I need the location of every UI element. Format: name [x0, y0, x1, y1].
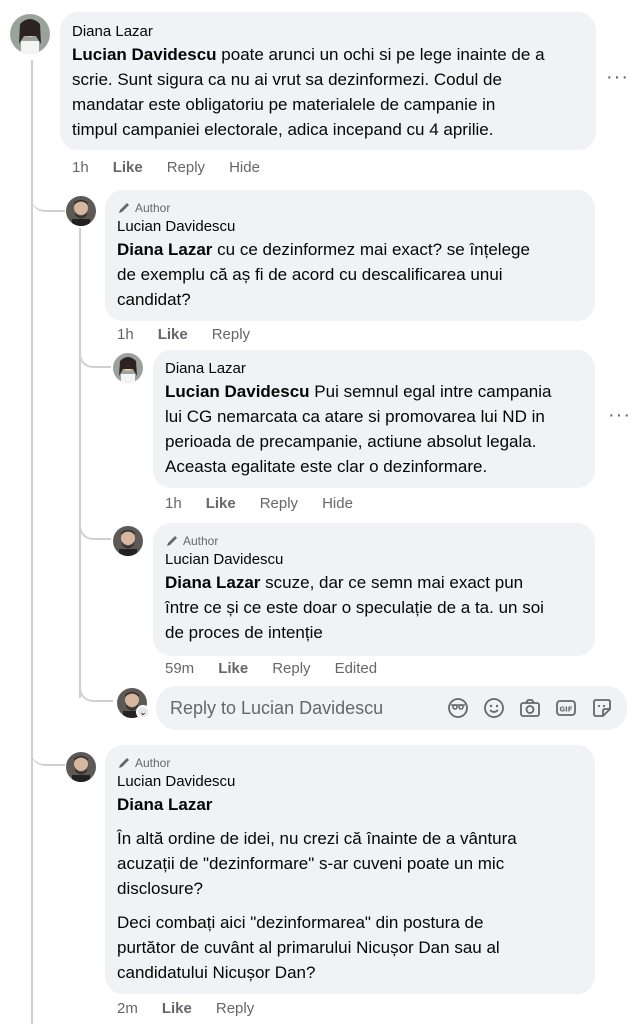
- like-button[interactable]: Like: [158, 326, 188, 343]
- comment-author[interactable]: Lucian Davidescu: [117, 772, 583, 792]
- comment-text: purtător de cuvânt al primarului Nicușor…: [117, 938, 500, 957]
- reply-composer[interactable]: Reply to Lucian Davidescu GIF: [156, 686, 627, 730]
- emoji-icon[interactable]: [483, 697, 505, 719]
- comment-actions: 59m Like Reply Edited: [165, 660, 377, 677]
- comment-actions: 2m Like Reply: [117, 1000, 254, 1017]
- comment-author[interactable]: Lucian Davidescu: [165, 550, 583, 570]
- reply-button[interactable]: Reply: [216, 1000, 254, 1017]
- timestamp[interactable]: 59m: [165, 660, 194, 677]
- avatar[interactable]: [66, 196, 96, 226]
- comment-text: între ce și ce este doar o speculație de…: [165, 598, 544, 617]
- comment-bubble: Diana Lazar Lucian Davidescu Pui semnul …: [153, 350, 595, 488]
- author-badge: Author: [117, 754, 583, 772]
- thread-curve-2: [79, 350, 111, 368]
- comment-text: lui CG nemarcata ca atare si promovarea …: [165, 407, 545, 426]
- sticker-icon[interactable]: [591, 697, 613, 719]
- author-badge-label: Author: [135, 756, 171, 770]
- comment-text: În altă ordine de idei, nu crezi că înai…: [117, 829, 517, 848]
- timestamp[interactable]: 1h: [117, 326, 134, 343]
- comment-text: scrie. Sunt sigura ca nu ai vrut sa dezi…: [72, 70, 502, 89]
- gif-icon[interactable]: GIF: [555, 697, 577, 719]
- author-badge-label: Author: [183, 534, 219, 548]
- thread-curve-5: [31, 740, 65, 766]
- thread-line-nested: [79, 228, 81, 698]
- comment-text: acuzații de "dezinformare" s-ar cuveni p…: [117, 854, 505, 873]
- thread-curve-1: [31, 190, 65, 212]
- comment-text: candidatului Nicușor Dan?: [117, 963, 316, 982]
- comment-bubble: Author Lucian Davidescu Diana Lazar cu c…: [105, 190, 595, 321]
- camera-icon[interactable]: [519, 697, 541, 719]
- hide-button[interactable]: Hide: [229, 159, 260, 176]
- avatar-sticker-icon[interactable]: [447, 697, 469, 719]
- pencil-icon: [167, 536, 177, 546]
- more-options-button[interactable]: ···: [606, 66, 629, 89]
- comment-bubble: Author Lucian Davidescu Diana Lazar scuz…: [153, 523, 595, 656]
- author-badge-label: Author: [135, 201, 171, 215]
- edited-label[interactable]: Edited: [335, 660, 378, 677]
- like-button[interactable]: Like: [162, 1000, 192, 1017]
- comment-text: Aceasta egalitate este clar o dezinforma…: [165, 457, 488, 476]
- mention-link[interactable]: Diana Lazar: [117, 795, 212, 814]
- comment-text: Pui semnul egal intre campania: [309, 382, 552, 401]
- comment-text: mandatar este obligatoriu pe materialele…: [72, 95, 496, 114]
- avatar[interactable]: [10, 14, 50, 54]
- timestamp[interactable]: 1h: [72, 159, 89, 176]
- comment-actions: 1h Like Reply Hide: [165, 495, 353, 512]
- pencil-icon: [119, 203, 129, 213]
- comment-text: de exemplu că aș fi de acord cu descalif…: [117, 265, 503, 284]
- thread-curve-4: [79, 680, 113, 702]
- chevron-down-icon[interactable]: ⌄: [136, 705, 150, 719]
- like-button[interactable]: Like: [206, 495, 236, 512]
- hide-button[interactable]: Hide: [322, 495, 353, 512]
- composer-tools: GIF: [447, 697, 627, 719]
- pencil-icon: [119, 758, 129, 768]
- comment-text: cu ce dezinformez mai exact? se înțelege: [212, 240, 530, 259]
- comment-text: disclosure?: [117, 879, 203, 898]
- comment-actions: 1h Like Reply Hide: [72, 159, 260, 176]
- comment-bubble: Diana Lazar Lucian Davidescu poate arunc…: [60, 12, 596, 150]
- comment-text: perioada de precampanie, actiune absolut…: [165, 432, 537, 451]
- like-button[interactable]: Like: [113, 159, 143, 176]
- timestamp[interactable]: 1h: [165, 495, 182, 512]
- comment-text: scuze, dar ce semn mai exact pun: [260, 573, 524, 592]
- comment-actions: 1h Like Reply: [117, 326, 250, 343]
- reply-button[interactable]: Reply: [212, 326, 250, 343]
- reply-button[interactable]: Reply: [272, 660, 310, 677]
- more-options-button[interactable]: ···: [608, 404, 631, 427]
- like-button[interactable]: Like: [218, 660, 248, 677]
- author-badge: Author: [165, 532, 583, 550]
- svg-text:GIF: GIF: [559, 706, 572, 714]
- mention-link[interactable]: Lucian Davidescu: [72, 45, 217, 64]
- comment-author[interactable]: Lucian Davidescu: [117, 217, 583, 237]
- avatar[interactable]: [113, 526, 143, 556]
- author-badge: Author: [117, 199, 583, 217]
- comment-bubble: Author Lucian Davidescu Diana Lazar În a…: [105, 745, 595, 994]
- comment-author[interactable]: Diana Lazar: [72, 22, 584, 42]
- comment-text: Deci combați aici "dezinformarea" din po…: [117, 913, 484, 932]
- comment-text: timpul campaniei electorale, adica incep…: [72, 120, 494, 139]
- reply-button[interactable]: Reply: [260, 495, 298, 512]
- comment-text: de proces de intenție: [165, 623, 323, 642]
- mention-link[interactable]: Lucian Davidescu: [165, 382, 310, 401]
- avatar[interactable]: [66, 752, 96, 782]
- comment-text: poate arunci un ochi si pe lege inainte …: [216, 45, 545, 64]
- mention-link[interactable]: Diana Lazar: [165, 573, 260, 592]
- mention-link[interactable]: Diana Lazar: [117, 240, 212, 259]
- thread-curve-3: [79, 520, 111, 540]
- reply-button[interactable]: Reply: [167, 159, 205, 176]
- comment-text: candidat?: [117, 290, 191, 309]
- reply-input[interactable]: Reply to Lucian Davidescu: [156, 698, 447, 719]
- comment-author[interactable]: Diana Lazar: [165, 359, 583, 379]
- timestamp[interactable]: 2m: [117, 1000, 138, 1017]
- avatar[interactable]: [113, 353, 143, 383]
